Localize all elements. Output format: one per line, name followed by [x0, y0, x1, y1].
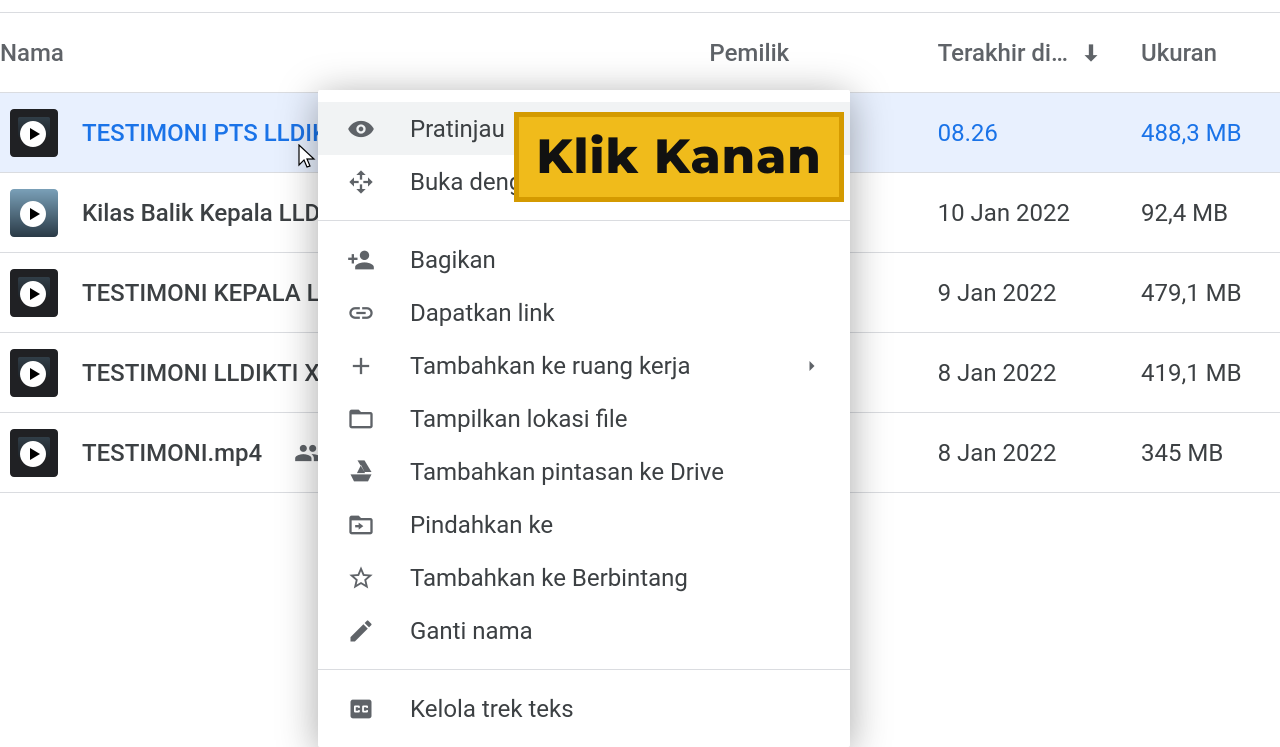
chevron-right-icon — [802, 356, 822, 376]
menu-move-to[interactable]: Pindahkan ke — [318, 498, 850, 551]
video-thumbnail-icon — [10, 189, 58, 237]
video-thumbnail-icon — [10, 269, 58, 317]
menu-share[interactable]: Bagikan — [318, 233, 850, 286]
file-size: 92,4 MB — [1141, 199, 1270, 227]
open-with-icon — [346, 168, 376, 196]
cc-icon — [346, 695, 376, 723]
pencil-icon — [346, 617, 376, 645]
file-date: 8 Jan 2022 — [938, 439, 1141, 467]
link-icon — [346, 299, 376, 327]
mouse-cursor-icon — [298, 144, 318, 172]
video-thumbnail-icon — [10, 349, 58, 397]
star-icon — [346, 564, 376, 592]
folder-move-icon — [346, 511, 376, 539]
menu-divider — [318, 669, 850, 670]
file-date: 8 Jan 2022 — [938, 359, 1141, 387]
video-thumbnail-icon — [10, 109, 58, 157]
file-size: 345 MB — [1141, 439, 1270, 467]
menu-label: Ganti nama — [410, 617, 822, 645]
header-name[interactable]: Nama — [0, 39, 709, 67]
file-size: 488,3 MB — [1141, 119, 1270, 147]
callout-banner: Klik Kanan — [514, 112, 844, 202]
eye-icon — [346, 115, 376, 143]
sort-arrow-down-icon — [1078, 40, 1104, 66]
file-size: 479,1 MB — [1141, 279, 1270, 307]
file-date: 08.26 — [938, 119, 1141, 147]
file-name: Kilas Balik Kepala LLDIKT — [82, 199, 357, 227]
menu-label: Tambahkan ke Berbintang — [410, 564, 822, 592]
folder-icon — [346, 405, 376, 433]
file-name: TESTIMONI PTS LLDIKTI — [82, 119, 349, 147]
plus-icon — [346, 352, 376, 380]
file-name: TESTIMONI KEPALA LLD — [82, 279, 348, 307]
header-owner[interactable]: Pemilik — [709, 39, 937, 67]
menu-show-location[interactable]: Tampilkan lokasi file — [318, 392, 850, 445]
menu-label: Tampilkan lokasi file — [410, 405, 822, 433]
header-modified-label: Terakhir di… — [938, 39, 1068, 67]
file-size: 419,1 MB — [1141, 359, 1270, 387]
header-modified[interactable]: Terakhir di… — [938, 39, 1141, 67]
callout-text: Klik Kanan — [536, 128, 821, 186]
menu-get-link[interactable]: Dapatkan link — [318, 286, 850, 339]
menu-manage-tracks[interactable]: Kelola trek teks — [318, 682, 850, 735]
file-date: 9 Jan 2022 — [938, 279, 1141, 307]
file-date: 10 Jan 2022 — [938, 199, 1141, 227]
menu-label: Tambahkan pintasan ke Drive — [410, 458, 822, 486]
video-thumbnail-icon — [10, 429, 58, 477]
menu-label: Dapatkan link — [410, 299, 822, 327]
person-add-icon — [346, 246, 376, 274]
column-header: Nama Pemilik Terakhir di… Ukuran — [0, 12, 1280, 92]
menu-add-shortcut[interactable]: Tambahkan pintasan ke Drive — [318, 445, 850, 498]
menu-label: Kelola trek teks — [410, 695, 822, 723]
drive-shortcut-icon — [346, 458, 376, 486]
header-size[interactable]: Ukuran — [1141, 39, 1270, 67]
menu-add-star[interactable]: Tambahkan ke Berbintang — [318, 551, 850, 604]
menu-label: Tambahkan ke ruang kerja — [410, 352, 768, 380]
file-name: TESTIMONI.mp4 — [82, 439, 262, 467]
menu-rename[interactable]: Ganti nama — [318, 604, 850, 657]
menu-label: Bagikan — [410, 246, 822, 274]
menu-label: Pindahkan ke — [410, 511, 822, 539]
menu-divider — [318, 220, 850, 221]
menu-add-workspace[interactable]: Tambahkan ke ruang kerja — [318, 339, 850, 392]
